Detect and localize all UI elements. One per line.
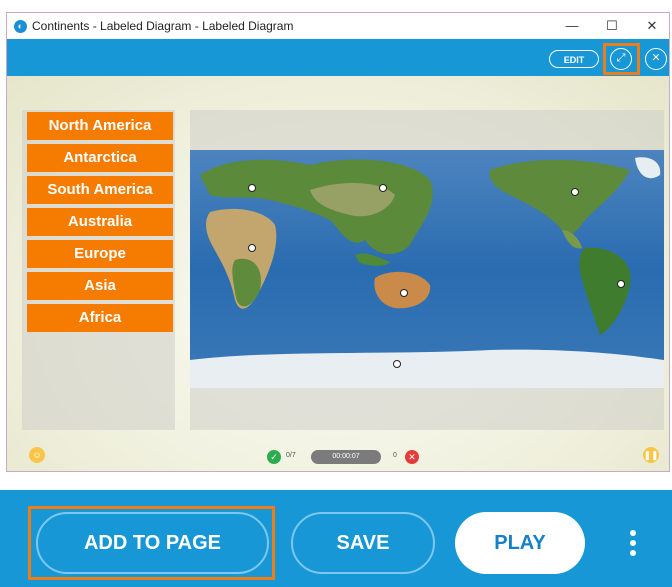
label-south-america[interactable]: South America bbox=[27, 176, 173, 204]
more-options-icon[interactable] bbox=[629, 530, 637, 558]
app-logo-icon: ◐ bbox=[14, 20, 27, 33]
sound-icon[interactable]: ☺ bbox=[29, 447, 45, 463]
bottom-action-bar: ADD TO PAGE SAVE PLAY bbox=[0, 490, 672, 587]
fullscreen-icon[interactable]: ⤢ bbox=[610, 48, 632, 70]
label-africa[interactable]: Africa bbox=[27, 304, 173, 332]
label-panel: North America Antarctica South America A… bbox=[22, 110, 175, 430]
play-button[interactable]: PLAY bbox=[455, 512, 585, 574]
drop-point-asia[interactable] bbox=[379, 184, 387, 192]
drop-point-africa[interactable] bbox=[248, 244, 256, 252]
correct-count: 0/7 bbox=[286, 452, 296, 459]
window-close-button[interactable]: ✕ bbox=[637, 16, 667, 36]
drop-point-south-america[interactable] bbox=[617, 280, 625, 288]
label-australia[interactable]: Australia bbox=[27, 208, 173, 236]
save-button[interactable]: SAVE bbox=[291, 512, 435, 574]
drop-point-antarctica[interactable] bbox=[393, 360, 401, 368]
drop-point-europe[interactable] bbox=[248, 184, 256, 192]
label-asia[interactable]: Asia bbox=[27, 272, 173, 300]
maximize-button[interactable]: ☐ bbox=[597, 16, 627, 36]
antarctica-landmass bbox=[190, 349, 664, 388]
add-to-page-button[interactable]: ADD TO PAGE bbox=[36, 512, 269, 574]
drop-point-australia[interactable] bbox=[400, 289, 408, 297]
edit-button[interactable]: EDIT bbox=[549, 50, 599, 68]
drop-point-north-america[interactable] bbox=[571, 188, 579, 196]
pause-icon[interactable]: ❚❚ bbox=[643, 447, 659, 463]
correct-icon: ✓ bbox=[267, 450, 281, 464]
label-north-america[interactable]: North America bbox=[27, 112, 173, 140]
map-panel bbox=[190, 110, 664, 430]
minimize-button[interactable]: — bbox=[557, 16, 587, 36]
wrong-icon: ✕ bbox=[405, 450, 419, 464]
world-map bbox=[190, 150, 664, 388]
label-europe[interactable]: Europe bbox=[27, 240, 173, 268]
game-window: ◐ Continents - Labeled Diagram - Labeled… bbox=[6, 12, 670, 472]
title-bar: ◐ Continents - Labeled Diagram - Labeled… bbox=[7, 13, 669, 39]
close-icon[interactable]: ✕ bbox=[645, 48, 667, 70]
wrong-count: 0 bbox=[393, 452, 397, 459]
game-area: North America Antarctica South America A… bbox=[7, 76, 669, 471]
window-title: Continents - Labeled Diagram - Labeled D… bbox=[32, 19, 294, 33]
game-toolbar: EDIT ⤢ ✕ bbox=[7, 39, 669, 76]
timer: 00:00:07 bbox=[311, 450, 381, 464]
label-antarctica[interactable]: Antarctica bbox=[27, 144, 173, 172]
